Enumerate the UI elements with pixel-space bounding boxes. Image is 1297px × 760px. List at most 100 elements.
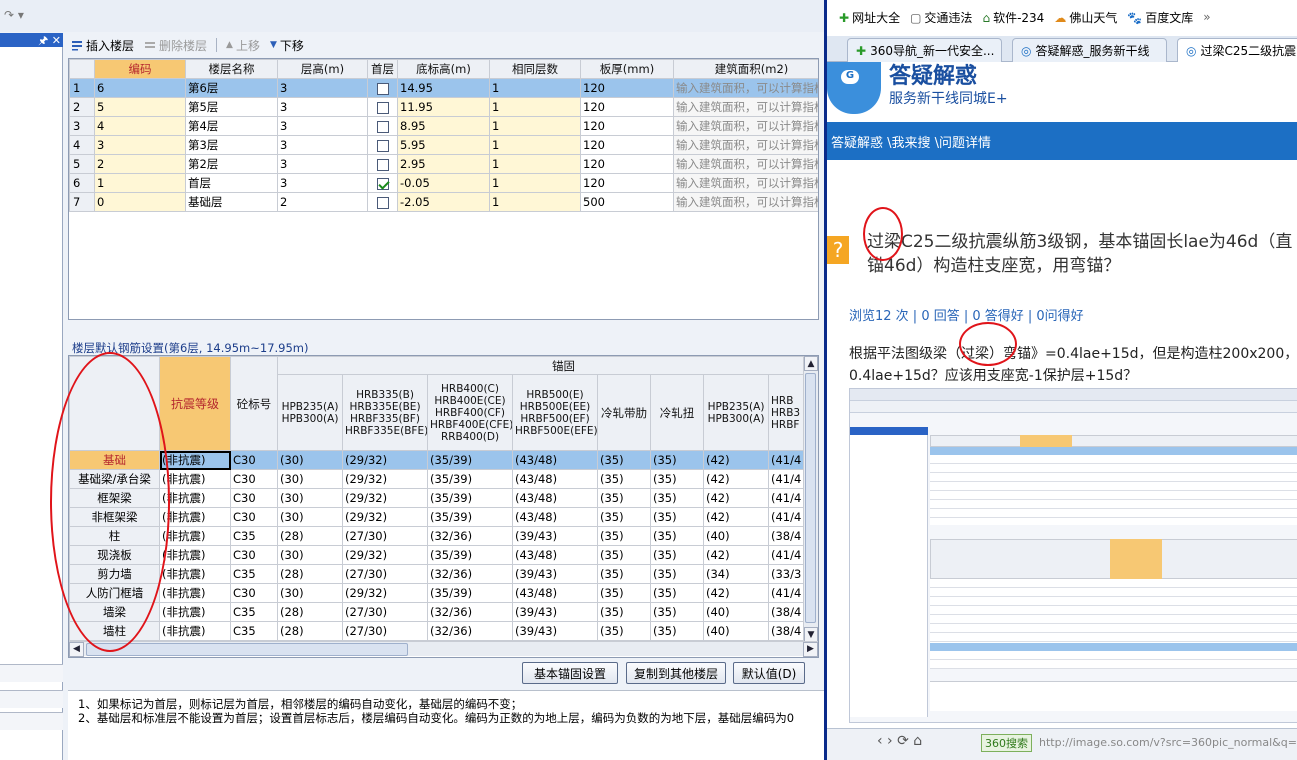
cell-anchor-value[interactable]: (42)	[703, 583, 769, 603]
cell-concrete[interactable]: C30	[230, 469, 278, 489]
cell-anchor-value[interactable]: (40)	[703, 602, 769, 622]
cell-slab[interactable]: 120	[580, 97, 674, 117]
cell-anchor-value[interactable]: (32/36)	[427, 564, 513, 584]
address-url[interactable]: http://image.so.com/v?src=360pic_normal&…	[1039, 734, 1297, 750]
cell-anchor-value[interactable]: (35/39)	[427, 545, 513, 565]
cell-concrete[interactable]: C30	[230, 545, 278, 565]
bookmark-item[interactable]: ▢ 交通违法	[910, 9, 972, 26]
cell-anchor-value[interactable]: (35)	[650, 488, 704, 508]
cell-grade[interactable]: (非抗震)	[159, 450, 231, 470]
cell-first-floor[interactable]	[367, 192, 398, 212]
cell-height[interactable]: 3	[277, 173, 368, 193]
cell-anchor-value[interactable]: (27/30)	[342, 564, 428, 584]
cell-anchor-value[interactable]: (43/48)	[512, 450, 598, 470]
col-header-height[interactable]: 层高(m)	[277, 59, 368, 79]
cell-anchor-value[interactable]: (40)	[703, 621, 769, 641]
scroll-down-icon[interactable]: ▼	[804, 627, 818, 642]
cell-floor-name[interactable]: 基础层	[185, 192, 278, 212]
col-header-hpb235[interactable]: HPB235(A) HPB300(A)	[277, 374, 343, 451]
table-row[interactable]: 墙柱 (非抗震) C35 (28) (27/30) (32/36) (39/43) (35)(…	[69, 621, 818, 641]
cell-height[interactable]: 3	[277, 116, 368, 136]
cell-same-count[interactable]: 1	[489, 192, 581, 212]
cell-code[interactable]: 5	[94, 97, 186, 117]
bookmarks-more-icon[interactable]: »	[1203, 10, 1210, 24]
cell-same-count[interactable]: 1	[489, 116, 581, 136]
cell-first-floor[interactable]	[367, 78, 398, 98]
table-row[interactable]: 3 4 第4层 3 8.95 1 120 输入建筑面积，可以计算指标	[69, 116, 818, 136]
cell-slab[interactable]: 120	[580, 154, 674, 174]
breadcrumb[interactable]: 答疑解惑 \我来搜 \问题详情	[827, 122, 1297, 160]
cell-anchor-value[interactable]: (42)	[703, 450, 769, 470]
nav-arrows-icon[interactable]: ‹ › ⟳ ⌂	[877, 733, 922, 749]
cell-code[interactable]: 6	[94, 78, 186, 98]
cell-first-floor[interactable]	[367, 154, 398, 174]
cell-anchor-value[interactable]: (35/39)	[427, 469, 513, 489]
first-floor-checkbox[interactable]	[376, 139, 389, 152]
cell-area[interactable]: 输入建筑面积，可以计算指标	[673, 135, 818, 155]
cell-anchor-value[interactable]: (35)	[597, 545, 651, 565]
table-row[interactable]: 4 3 第3层 3 5.95 1 120 输入建筑面积，可以计算指标	[69, 135, 818, 155]
scroll-up-icon[interactable]: ▲	[804, 356, 818, 371]
bookmark-item[interactable]: ☁ 佛山天气	[1054, 9, 1117, 26]
cell-concrete[interactable]: C30	[230, 488, 278, 508]
insert-floor-button[interactable]: 插入楼层	[68, 37, 137, 54]
col-header-hrb400[interactable]: HRB400(C) HRB400E(CE) HRBF400(CF) HRBF40…	[427, 374, 513, 451]
cell-grade[interactable]: (非抗震)	[159, 583, 231, 603]
first-floor-checkbox[interactable]	[376, 82, 389, 95]
table-row[interactable]: 基础 (非抗震) C30 (30) (29/32) (35/39) (43/48) (35)(…	[69, 450, 818, 470]
col-header-same-count[interactable]: 相同层数	[489, 59, 581, 79]
cell-anchor-value[interactable]: (27/30)	[342, 602, 428, 622]
cell-anchor-value[interactable]: (35)	[597, 564, 651, 584]
table-row[interactable]: 现浇板 (非抗震) C30 (30) (29/32) (35/39) (43/48) (35)…	[69, 545, 818, 565]
cell-anchor-value[interactable]: (27/30)	[342, 526, 428, 546]
cell-base-elevation[interactable]: -0.05	[397, 173, 490, 193]
cell-area[interactable]: 输入建筑面积，可以计算指标	[673, 97, 818, 117]
cell-anchor-value[interactable]: (43/48)	[512, 545, 598, 565]
side-panel-button-3[interactable]	[0, 712, 63, 730]
col-header-cold-rolled-twist[interactable]: 冷轧扭	[650, 374, 704, 451]
cell-base-elevation[interactable]: 14.95	[397, 78, 490, 98]
cell-base-elevation[interactable]: -2.05	[397, 192, 490, 212]
col-header-area[interactable]: 建筑面积(m2)	[673, 59, 818, 79]
cell-code[interactable]: 3	[94, 135, 186, 155]
cell-anchor-value[interactable]: (29/32)	[342, 507, 428, 527]
cell-anchor-value[interactable]: (28)	[277, 621, 343, 641]
cell-anchor-value[interactable]: (35)	[650, 583, 704, 603]
cell-area[interactable]: 输入建筑面积，可以计算指标	[673, 154, 818, 174]
cell-grade[interactable]: (非抗震)	[159, 507, 231, 527]
bookmark-item[interactable]: ⌂ 软件-234	[982, 9, 1044, 26]
vscroll-thumb[interactable]	[805, 373, 816, 623]
cell-slab[interactable]: 500	[580, 192, 674, 212]
first-floor-checkbox[interactable]	[376, 158, 389, 171]
cell-anchor-value[interactable]: (28)	[277, 564, 343, 584]
side-panel-button-1[interactable]	[0, 664, 63, 682]
move-up-button[interactable]: ▲ 上移	[223, 37, 263, 54]
scroll-thumb-2[interactable]	[86, 642, 408, 656]
cell-anchor-value[interactable]: (35/39)	[427, 450, 513, 470]
cell-grade[interactable]: (非抗震)	[159, 564, 231, 584]
redo-icon[interactable]: ↷ ▾	[4, 8, 24, 22]
cell-anchor-value[interactable]: (35)	[650, 450, 704, 470]
cell-anchor-value[interactable]: (34)	[703, 564, 769, 584]
table-row[interactable]: 1 6 第6层 3 14.95 1 120 输入建筑面积，可以计算指标	[69, 78, 818, 98]
cell-height[interactable]: 3	[277, 78, 368, 98]
table-row[interactable]: 剪力墙 (非抗震) C35 (28) (27/30) (32/36) (39/43) (35)…	[69, 564, 818, 584]
cell-same-count[interactable]: 1	[489, 154, 581, 174]
table-row[interactable]: 5 2 第2层 3 2.95 1 120 输入建筑面积，可以计算指标	[69, 154, 818, 174]
cell-slab[interactable]: 120	[580, 173, 674, 193]
col-header-slab[interactable]: 板厚(mm)	[580, 59, 674, 79]
cell-concrete[interactable]: C30	[230, 507, 278, 527]
cell-slab[interactable]: 120	[580, 135, 674, 155]
cell-grade[interactable]: (非抗震)	[159, 526, 231, 546]
bookmark-item[interactable]: ✚ 网址大全	[839, 9, 900, 26]
cell-area[interactable]: 输入建筑面积，可以计算指标	[673, 78, 818, 98]
move-down-button[interactable]: ▼ 下移	[267, 37, 307, 54]
cell-anchor-value[interactable]: (39/43)	[512, 621, 598, 641]
cell-grade[interactable]: (非抗震)	[159, 621, 231, 641]
cell-slab[interactable]: 120	[580, 78, 674, 98]
cell-code[interactable]: 0	[94, 192, 186, 212]
first-floor-checkbox[interactable]	[376, 177, 389, 190]
table-row[interactable]: 人防门框墙 (非抗震) C30 (30) (29/32) (35/39) (43/48) (3…	[69, 583, 818, 603]
cell-same-count[interactable]: 1	[489, 78, 581, 98]
search-engine-badge[interactable]: 360搜索	[981, 734, 1032, 752]
